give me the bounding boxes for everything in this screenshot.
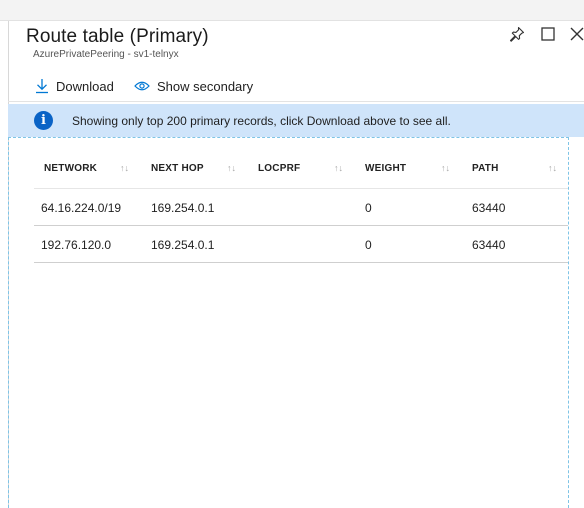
- page-title: Route table (Primary): [26, 26, 209, 47]
- info-banner-text: Showing only top 200 primary records, cl…: [72, 114, 451, 128]
- cell-weight: 0: [365, 201, 372, 215]
- cell-network: 192.76.120.0: [41, 238, 112, 252]
- sort-icon[interactable]: ↑↓: [441, 163, 450, 173]
- cell-network: 64.16.224.0/19: [41, 201, 122, 215]
- table-row[interactable]: 192.76.120.0 169.254.0.1 0 63440: [34, 226, 568, 263]
- show-secondary-button[interactable]: Show secondary: [134, 76, 253, 96]
- cell-path: 63440: [472, 201, 506, 215]
- pin-icon[interactable]: [509, 26, 527, 44]
- maximize-icon[interactable]: [540, 26, 558, 44]
- cell-next-hop: 169.254.0.1: [151, 238, 215, 252]
- download-icon: [36, 79, 48, 94]
- column-header-network[interactable]: NETWORK: [44, 163, 97, 174]
- cell-next-hop: 169.254.0.1: [151, 201, 215, 215]
- download-label: Download: [56, 78, 114, 94]
- column-header-locprf[interactable]: LOCPRF: [258, 163, 300, 174]
- cell-path: 63440: [472, 238, 506, 252]
- column-header-path[interactable]: PATH: [472, 163, 499, 174]
- sort-icon[interactable]: ↑↓: [120, 163, 129, 173]
- sort-icon[interactable]: ↑↓: [334, 163, 343, 173]
- download-button[interactable]: Download: [35, 76, 114, 96]
- sort-icon[interactable]: ↑↓: [227, 163, 236, 173]
- eye-icon: [134, 81, 150, 91]
- column-header-next-hop[interactable]: NEXT HOP: [151, 163, 204, 174]
- page-subtitle: AzurePrivatePeering - sv1-telnyx: [33, 49, 179, 60]
- table-header: NETWORK ↑↓ NEXT HOP ↑↓ LOCPRF ↑↓ WEIGHT …: [34, 150, 568, 189]
- column-header-weight[interactable]: WEIGHT: [365, 163, 406, 174]
- show-secondary-label: Show secondary: [157, 78, 254, 94]
- portal-top-strip: [0, 0, 584, 21]
- info-banner: i Showing only top 200 primary records, …: [8, 104, 584, 137]
- table-row[interactable]: 64.16.224.0/19 169.254.0.1 0 63440: [34, 189, 568, 226]
- cell-weight: 0: [365, 238, 372, 252]
- close-icon[interactable]: [569, 26, 584, 44]
- route-table: NETWORK ↑↓ NEXT HOP ↑↓ LOCPRF ↑↓ WEIGHT …: [34, 150, 568, 263]
- info-icon: i: [34, 111, 53, 130]
- sort-icon[interactable]: ↑↓: [548, 163, 557, 173]
- command-bar: Download Show secondary: [8, 71, 584, 102]
